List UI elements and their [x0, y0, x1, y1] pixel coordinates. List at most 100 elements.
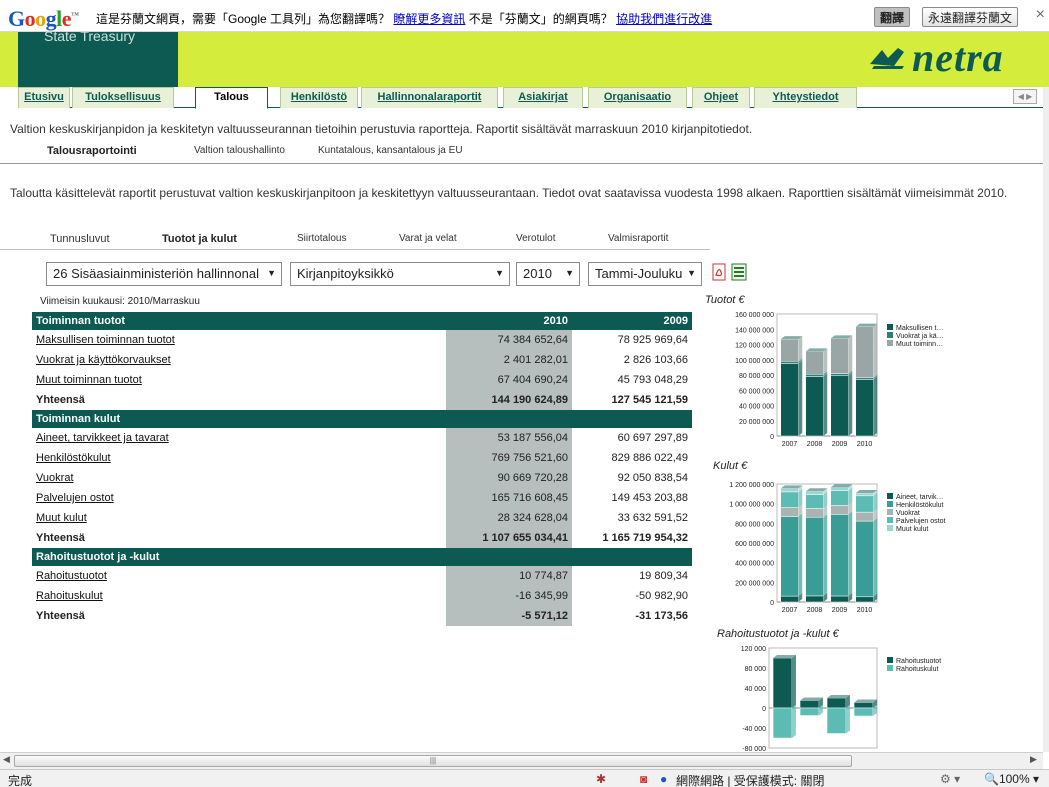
tab-ohjeet[interactable]: Ohjeet — [692, 87, 750, 108]
table-row: Muut toiminnan tuotot 67 404 690,24 45 793… — [32, 370, 692, 390]
value-2009: 60 697 297,89 — [617, 432, 688, 444]
year-select[interactable]: 2010 ▼ — [516, 262, 580, 286]
tab-talous[interactable]: Talous — [195, 87, 268, 109]
tab-organisaatio[interactable]: Organisaatio — [588, 87, 687, 108]
row-label-link[interactable]: Muut kulut — [36, 512, 87, 524]
bar-segment — [853, 702, 874, 709]
y-tick-label: 80 000 000 — [739, 373, 774, 380]
row-label-link[interactable]: Aineet, tarvikkeet ja tavarat — [36, 432, 169, 444]
tab-tuloksellisuus[interactable]: Tuloksellisuus — [72, 87, 174, 108]
bar-top — [827, 695, 850, 698]
row-label-link[interactable]: Rahoitustuotot — [36, 570, 107, 582]
table-total-row: Yhteensä 144 190 624,89 127 545 121,59 — [32, 390, 692, 410]
y-tick-label: 60 000 000 — [739, 388, 774, 395]
subnav2-siirtotalous[interactable]: Siirtotalous — [297, 233, 346, 244]
not-finnish-text: 不是「芬蘭文」的網頁嗎？ — [468, 12, 613, 26]
vertical-scrollbar[interactable] — [1043, 87, 1049, 752]
table-section-header: Toiminnan kulut — [32, 410, 692, 428]
value-2010: 2 401 282,01 — [446, 350, 572, 370]
bar-side — [823, 348, 828, 375]
close-icon[interactable]: × — [1036, 6, 1045, 24]
bar-side — [845, 705, 850, 734]
tab-etusivu[interactable]: Etusivu — [18, 87, 70, 108]
settings-icon[interactable]: ⚙ ▾ — [940, 772, 960, 786]
section-title: Toiminnan tuotot — [32, 312, 446, 330]
translate-button[interactable]: 翻譯 — [874, 7, 911, 27]
value-2009: 19 809,34 — [639, 570, 688, 582]
legend-swatch — [887, 324, 893, 330]
row-label-link[interactable]: Rahoituskulut — [36, 590, 103, 602]
row-label-link[interactable]: Vuokrat — [36, 472, 74, 484]
value-2010: 28 324 628,04 — [446, 508, 572, 528]
unit-select[interactable]: Kirjanpitoyksikkö ▼ — [290, 262, 510, 286]
google-logo: Google™ — [8, 6, 79, 31]
main-tabs: Etusivu Tuloksellisuus Talous Henkilöstö… — [18, 87, 1044, 109]
security-icon[interactable]: ✱ — [596, 772, 606, 786]
pdf-icon[interactable] — [711, 263, 727, 281]
bar-segment — [780, 516, 799, 597]
row-label-link[interactable]: Henkilöstökulut — [36, 452, 111, 464]
table-section-header: Toiminnan tuotot 2010 2009 — [32, 312, 692, 330]
charts-panel: Tuotot € 160 000 000 140 000 000 120 000 0… — [705, 290, 1035, 760]
legend-swatch — [887, 340, 893, 346]
bar-segment — [805, 595, 824, 603]
bar-segment — [799, 700, 820, 709]
scroll-thumb[interactable]: ||| — [14, 755, 852, 767]
tab-hallinnonalaraportit[interactable]: Hallinnonalaraportit — [361, 87, 498, 108]
bar-segment — [855, 326, 874, 378]
bar-segment — [830, 338, 849, 374]
tab-asiakirjat[interactable]: Asiakirjat — [503, 87, 583, 108]
table-row: Vuokrat 90 669 720,28 92 050 838,54 — [32, 468, 692, 488]
row-label-link[interactable]: Vuokrat ja käyttökorvaukset — [36, 354, 171, 366]
tab-henkilosto[interactable]: Henkilöstö — [280, 87, 358, 108]
table-total-row: Yhteensä -5 571,12 -31 173,56 — [32, 606, 692, 626]
zoom-level[interactable]: 🔍100% ▾ — [984, 772, 1039, 786]
tab-yhteystiedot[interactable]: Yhteystiedot — [754, 87, 857, 108]
period-select[interactable]: Tammi-Jouluku ▼ — [588, 262, 702, 286]
x-tick-label: 2008 — [807, 441, 823, 448]
legend-swatch — [887, 501, 893, 507]
bar-segment — [830, 375, 849, 437]
legend-swatch — [887, 509, 893, 515]
total-2010: 144 190 624,89 — [446, 390, 572, 410]
y-tick-label: 200 000 000 — [735, 580, 774, 587]
legend-label: Rahoitustuotot — [896, 658, 941, 665]
value-2009: 33 632 591,52 — [617, 512, 688, 524]
value-2009: 149 453 203,88 — [611, 492, 688, 504]
subnav-talousraportointi[interactable]: Talousraportointi — [47, 145, 137, 157]
row-label-link[interactable]: Maksullisen toiminnan tuotot — [36, 334, 175, 346]
subnav-valtion-taloushallinto[interactable]: Valtion taloushallinto — [194, 145, 285, 156]
netra-logo[interactable]: netra — [872, 34, 1004, 81]
bar-side — [791, 705, 796, 738]
ministry-select[interactable]: 26 Sisäasiainministeriön hallinnonal ▼ — [46, 262, 282, 286]
table-row: Rahoituskulut -16 345,99 -50 982,90 — [32, 586, 692, 606]
always-translate-button[interactable]: 永遠翻譯芬蘭文 — [922, 7, 1019, 27]
subnav2-valmisraportit[interactable]: Valmisraportit — [608, 233, 668, 244]
popup-blocked-icon[interactable]: ◙ — [640, 772, 647, 786]
scroll-right-icon[interactable]: ▶ — [1030, 754, 1037, 765]
translate-bar: Google™ 這是芬蘭文網頁，需要「Google 工具列」為您翻譯嗎？ 瞭解更… — [0, 0, 1049, 32]
column-header-2009: 2009 — [572, 312, 692, 330]
subnav2-verotulot[interactable]: Verotulot — [516, 233, 555, 244]
x-tick-label: 2007 — [782, 607, 798, 614]
chart-title-rahoitus: Rahoitustuotot ja -kulut € — [717, 628, 839, 640]
scroll-left-icon[interactable]: ◀ — [3, 754, 10, 765]
row-label-link[interactable]: Muut toiminnan tuotot — [36, 374, 142, 386]
excel-icon[interactable] — [731, 263, 747, 281]
bar-segment — [805, 373, 824, 377]
help-improve-link[interactable]: 協助我們進行改進 — [616, 12, 712, 26]
horizontal-scrollbar[interactable]: ◀ ||| ▶ — [0, 752, 1043, 769]
bar-side — [798, 360, 803, 436]
subnav2-tunnusluvut[interactable]: Tunnusluvut — [50, 233, 110, 245]
legend-label: Muut kulut — [896, 526, 928, 533]
table-section-header: Rahoitustuotot ja -kulut — [32, 548, 692, 566]
subnav-kuntatalous[interactable]: Kuntatalous, kansantalous ja EU — [318, 145, 463, 156]
legend-label: Vuokrat ja kä… — [896, 333, 944, 340]
subnav2-varat-ja-velat[interactable]: Varat ja velat — [399, 233, 457, 244]
subnav2-tuotot-ja-kulut[interactable]: Tuotot ja kulut — [162, 233, 237, 245]
x-tick-label: 2008 — [807, 607, 823, 614]
tab-scroll-arrows[interactable]: ◀ ▶ — [1013, 89, 1037, 104]
learn-more-link[interactable]: 瞭解更多資訊 — [393, 12, 465, 26]
row-label-link[interactable]: Palvelujen ostot — [36, 492, 114, 504]
value-2009: 78 925 969,64 — [617, 334, 688, 346]
